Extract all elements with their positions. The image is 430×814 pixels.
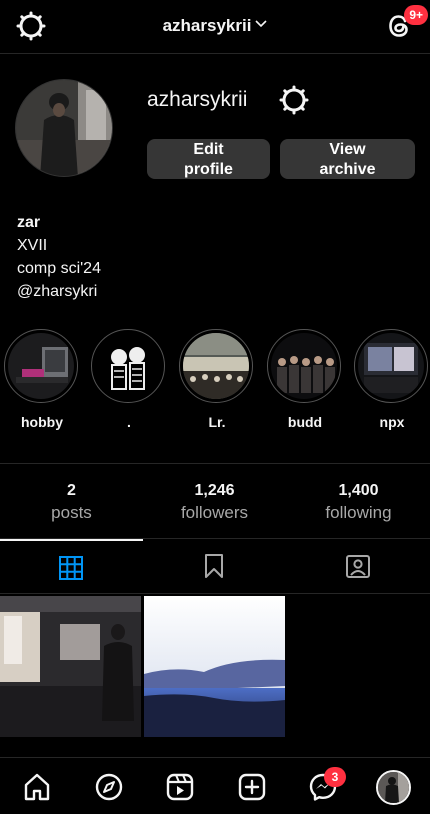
settings-gear-icon[interactable] [279, 85, 309, 115]
highlight-label: hobby [21, 414, 63, 430]
profile-avatar-nav[interactable] [376, 770, 411, 805]
account-switcher[interactable]: azharsykrii [0, 15, 430, 36]
stat-label: following [325, 503, 392, 522]
edit-profile-label-line2: profile [184, 161, 233, 178]
stat-label: followers [180, 503, 249, 522]
profile-username-row: azharsykrii [147, 85, 309, 115]
bio-line: comp sci'24 [17, 260, 101, 277]
stat-following[interactable]: 1,400 following [287, 482, 430, 523]
story-highlight[interactable]: . [91, 329, 167, 430]
messages-badge: 3 [324, 767, 346, 787]
highlight-cover [4, 329, 78, 403]
story-highlight[interactable]: budd [267, 329, 343, 430]
post-thumbnail[interactable] [144, 596, 285, 737]
reels-icon[interactable] [165, 772, 195, 802]
highlight-label: npx [379, 414, 405, 430]
highlight-cover [267, 329, 341, 403]
tagged-icon [346, 555, 370, 578]
story-highlight[interactable]: npx [354, 329, 430, 430]
create-icon[interactable] [237, 772, 267, 802]
profile-stats: 2 posts 1,246 followers 1,400 following [0, 463, 430, 539]
highlight-label: budd [287, 414, 323, 430]
tab-posts-grid[interactable] [0, 539, 143, 594]
highlight-cover [91, 329, 165, 403]
bio-name: zar [17, 214, 41, 231]
header-username: azharsykrii [162, 16, 252, 35]
stat-value: 2 [67, 482, 76, 499]
stat-value: 1,400 [338, 482, 379, 499]
profile-bio: zar XVII comp sci'24 @zharsykri [17, 211, 101, 303]
highlight-label: Lr. [208, 414, 226, 430]
stat-posts[interactable]: 2 posts [0, 482, 143, 523]
bio-line: XVII [17, 237, 48, 254]
view-archive-button[interactable]: View archive [280, 139, 415, 179]
stat-label: posts [51, 503, 92, 522]
bookmark-icon [205, 554, 223, 578]
bio-mention-link[interactable]: @zharsykri [17, 280, 101, 303]
bottom-navigation: 3 [0, 757, 430, 814]
profile-username: azharsykrii [147, 88, 248, 111]
home-icon[interactable] [22, 772, 52, 802]
top-bar: azharsykrii 9+ [0, 0, 430, 54]
stat-followers[interactable]: 1,246 followers [143, 482, 286, 523]
view-archive-label-line1: View [329, 141, 366, 158]
grid-icon [59, 556, 83, 580]
explore-icon[interactable] [94, 772, 124, 802]
stat-value: 1,246 [194, 482, 235, 499]
edit-profile-label-line1: Edit [193, 141, 224, 158]
threads-badge: 9+ [404, 5, 428, 25]
highlight-cover [179, 329, 253, 403]
tab-tagged[interactable] [287, 539, 430, 594]
view-archive-label-line2: archive [319, 161, 376, 178]
post-thumbnail[interactable] [0, 596, 141, 737]
chevron-down-icon [255, 15, 267, 28]
tab-saved[interactable] [143, 539, 286, 594]
story-highlight[interactable]: Lr. [179, 329, 255, 430]
profile-tabs [0, 539, 430, 594]
edit-profile-button[interactable]: Edit profile [147, 139, 270, 179]
story-highlight[interactable]: hobby [4, 329, 80, 430]
highlight-cover [354, 329, 428, 403]
profile-avatar[interactable] [15, 79, 113, 177]
highlight-label: . [127, 414, 131, 430]
